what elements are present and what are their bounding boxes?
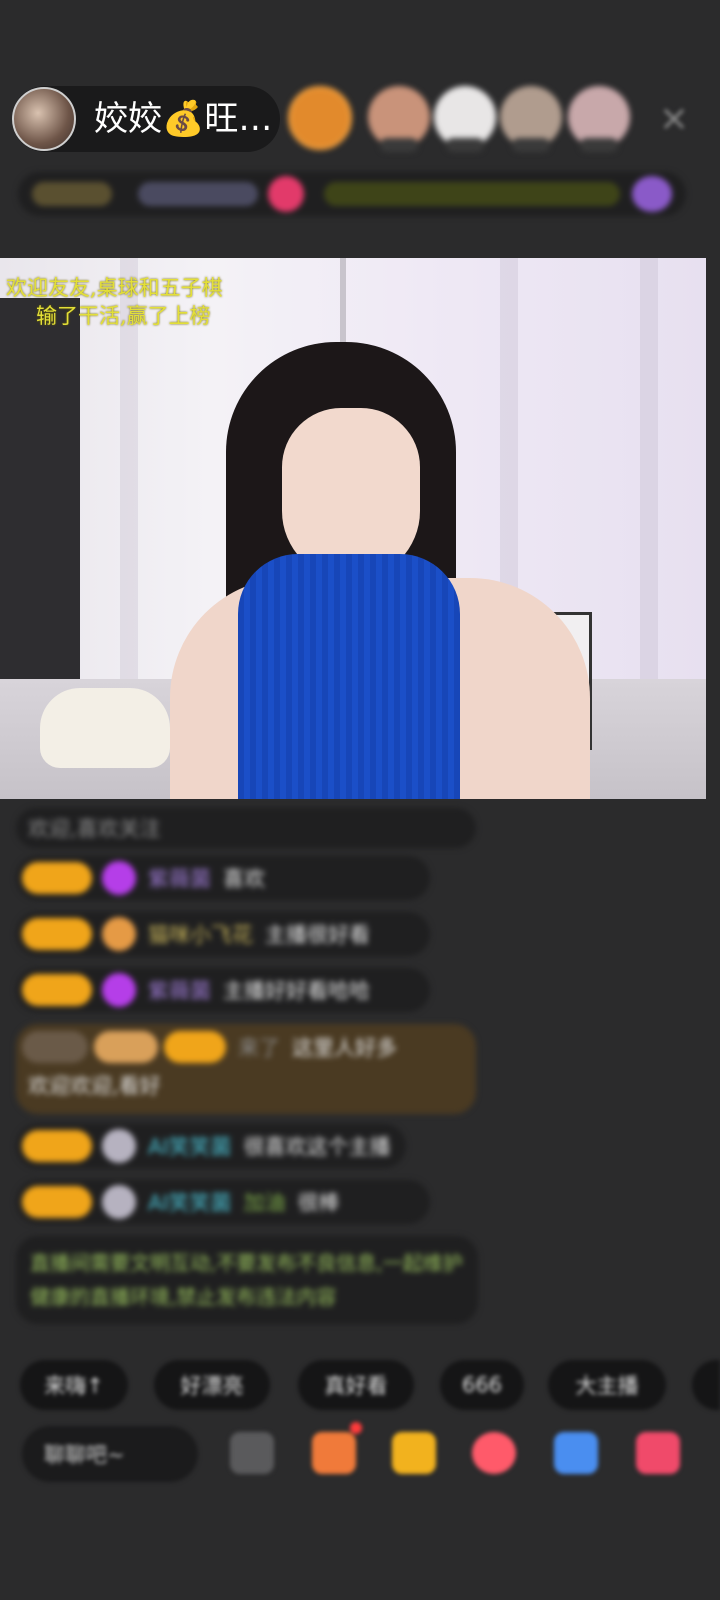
system-notice-text: 直播间需要文明互动,不要发布不良信息,一起维护健康的直播环境,禁止发布违法内容	[30, 1251, 463, 1309]
rank-badge	[22, 1031, 88, 1063]
red-packet-icon[interactable]	[392, 1432, 436, 1474]
chat-username[interactable]: 来了	[238, 1032, 280, 1062]
chat-username[interactable]: 紫薇菌	[148, 975, 211, 1005]
chat-username[interactable]: 紫薇菌	[148, 863, 211, 893]
rank-chip	[324, 182, 620, 206]
notification-dot	[350, 1422, 362, 1434]
rank-chip	[268, 176, 304, 212]
chat-username[interactable]: AI笑笑菌	[148, 1187, 232, 1217]
level-badge	[22, 974, 92, 1006]
chat-message[interactable]: 紫薇菌 喜欢	[16, 856, 430, 900]
pet-bed	[40, 688, 170, 768]
quick-reply-button-partial[interactable]	[692, 1360, 720, 1410]
rank-chip	[632, 176, 672, 212]
level-badge	[22, 862, 92, 894]
chat-message[interactable]: 猫咪小飞花 主播很好看	[16, 912, 430, 956]
quick-reply-button[interactable]: 666	[440, 1360, 524, 1410]
viewer-badge	[512, 138, 550, 152]
chat-text: 加油	[243, 1191, 286, 1215]
rank-chip	[138, 182, 258, 206]
overlay-line-2: 输了干活,赢了上榜	[36, 304, 211, 328]
quick-reply-button[interactable]: 真好看	[298, 1360, 414, 1410]
gem-icon	[102, 861, 136, 895]
chat-message[interactable]: 紫薇菌 主播好好看哈哈	[16, 968, 430, 1012]
chat-input[interactable]: 聊聊吧~	[22, 1426, 198, 1482]
gift-box-icon[interactable]	[312, 1432, 356, 1474]
chat-text: 喜欢	[223, 867, 265, 891]
viewer-avatar[interactable]	[288, 86, 352, 150]
gem-icon	[102, 1185, 136, 1219]
viewer-badge	[380, 138, 418, 152]
chat-message-highlight[interactable]: 来了 这里人好多 欢迎欢迎,看好	[16, 1024, 476, 1114]
rank-chip	[32, 182, 112, 206]
chat-text: 欢迎欢迎,看好	[28, 1074, 161, 1098]
chat-text: 主播很好看	[265, 923, 370, 947]
close-icon[interactable]: ×	[654, 98, 694, 139]
streamer-top	[238, 554, 460, 799]
chat-text: 这里人好多	[292, 1036, 397, 1060]
host-name: 姣姣💰旺…	[94, 99, 273, 139]
chat-username[interactable]: AI笑笑菌	[148, 1131, 232, 1161]
chat-text: 很喜欢这个主播	[243, 1135, 391, 1159]
gem-icon	[102, 973, 136, 1007]
chat-text: 主播好好看哈哈	[223, 979, 370, 1003]
gem-icon	[102, 917, 136, 951]
level-badge	[22, 1130, 92, 1162]
chat-text: 很棒	[297, 1191, 340, 1215]
host-info-pill[interactable]: 姣姣💰旺…	[12, 86, 280, 152]
chat-message[interactable]: AI笑笑菌 很喜欢这个主播	[16, 1124, 406, 1168]
live-video[interactable]: 欢迎友友,桌球和五子棋 输了干活,赢了上榜	[0, 258, 706, 799]
quick-reply-button[interactable]: 大主播	[548, 1360, 666, 1410]
overlay-line-1: 欢迎友友,桌球和五子棋	[6, 276, 223, 300]
rank-bar[interactable]	[18, 172, 686, 216]
chat-text: 欢迎,喜欢关注	[28, 817, 161, 841]
level-badge	[94, 1031, 158, 1063]
quick-reply-button[interactable]: 好漂亮	[154, 1360, 270, 1410]
game-icon[interactable]	[554, 1432, 598, 1474]
more-icon[interactable]	[636, 1432, 680, 1474]
viewer-badge	[580, 138, 618, 152]
chat-message[interactable]: 欢迎,喜欢关注	[16, 808, 476, 848]
quick-reply-button[interactable]: 来嗨↑	[20, 1360, 128, 1410]
heart-gift-icon[interactable]	[472, 1432, 516, 1474]
viewer-badge	[446, 138, 484, 152]
emoji-icon[interactable]	[230, 1432, 274, 1474]
system-notice: 直播间需要文明互动,不要发布不良信息,一起维护健康的直播环境,禁止发布违法内容	[16, 1236, 478, 1324]
level-badge	[22, 918, 92, 950]
host-avatar[interactable]	[12, 87, 76, 151]
chat-message[interactable]: AI笑笑菌 加油 很棒	[16, 1180, 430, 1224]
video-overlay-text: 欢迎友友,桌球和五子棋 输了干活,赢了上榜	[6, 274, 223, 330]
level-badge	[22, 1186, 92, 1218]
level-badge	[164, 1031, 226, 1063]
chat-username[interactable]: 猫咪小飞花	[148, 919, 253, 949]
gem-icon	[102, 1129, 136, 1163]
